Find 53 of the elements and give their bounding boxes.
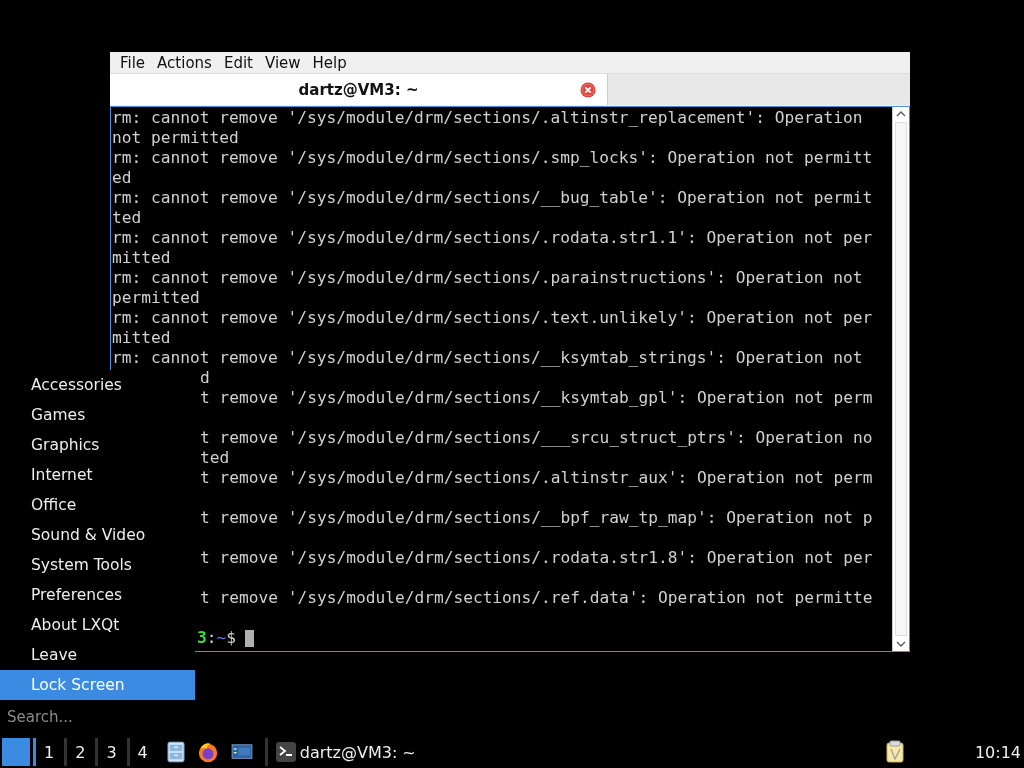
terminal-line: permitted <box>111 288 201 308</box>
menu-item[interactable]: Office <box>0 490 195 520</box>
terminal-line: ed <box>111 168 133 188</box>
start-button[interactable] <box>2 738 30 766</box>
clock[interactable]: 10:14 <box>974 742 1021 762</box>
search-field[interactable]: Search... <box>0 707 189 727</box>
menu-item[interactable]: Lock Screen <box>0 670 195 700</box>
menu-item[interactable]: System Tools <box>0 550 195 580</box>
terminal-line: rm: cannot remove '/sys/module/drm/sections/.parainstructions': Operation not <box>111 268 864 288</box>
terminal-line: rm: cannot remove '/sys/module/drm/sections/.altinstr_replacement': Operation <box>111 108 864 128</box>
shell-prompt: 3:~$ <box>197 628 236 647</box>
notepad-icon[interactable] <box>884 740 905 764</box>
menu-item[interactable]: View <box>258 53 307 72</box>
task-button[interactable]: dartz@VM3: ~ <box>271 738 420 766</box>
terminal-line: rm: cannot remove '/sys/module/drm/sections/.text.unlikely': Operation not per <box>111 308 874 328</box>
terminal-line: mitted <box>111 248 172 268</box>
menu-item[interactable]: Accessories <box>0 370 195 400</box>
menu-item[interactable]: Preferences <box>0 580 195 610</box>
menu-item[interactable]: Edit <box>217 53 259 72</box>
menu-item[interactable]: Graphics <box>0 430 195 460</box>
menu-item[interactable]: Actions <box>151 53 218 72</box>
desktop-switch[interactable]: 3 <box>95 738 124 766</box>
menu-item[interactable]: Leave <box>0 640 195 670</box>
close-icon[interactable] <box>580 82 596 98</box>
menu-item[interactable]: Help <box>306 53 353 72</box>
tab[interactable]: dartz@VM3: ~ <box>110 74 608 105</box>
desktop-switch[interactable]: 2 <box>64 738 93 766</box>
terminal-line: ted <box>111 208 143 228</box>
desktop-switch[interactable]: 4 <box>126 738 155 766</box>
menu-item[interactable]: About LXQt <box>0 610 195 640</box>
terminal-line: t remove '/sys/module/drm/sections/__bpf_raw_tp_map': Operation not p <box>199 508 874 528</box>
menu-item[interactable]: File <box>114 53 152 72</box>
terminal-line: t remove '/sys/module/drm/sections/__ksymtab_gpl': Operation not perm <box>199 388 874 408</box>
scroll-bar[interactable] <box>892 107 909 651</box>
terminal-line: rm: cannot remove '/sys/module/drm/sections/__ksymtab_strings': Operation not <box>111 348 864 368</box>
menu-item[interactable]: Internet <box>0 460 195 490</box>
terminal-line: t remove '/sys/module/drm/sections/.altinstr_aux': Operation not perm <box>199 468 874 488</box>
monitor-icon[interactable] <box>230 743 253 761</box>
terminal-line: not permitted <box>111 128 240 148</box>
terminal-line: mitted <box>111 328 172 348</box>
scroll-thumb[interactable] <box>895 122 907 636</box>
terminal-line: ted <box>199 448 231 468</box>
menu-item[interactable]: Sound & Video <box>0 520 195 550</box>
menu-item[interactable]: Games <box>0 400 195 430</box>
terminal-icon <box>275 742 296 762</box>
browser-icon[interactable] <box>196 741 219 763</box>
text-cursor <box>245 630 254 647</box>
terminal-line: rm: cannot remove '/sys/module/drm/sections/.smp_locks': Operation not permitt <box>111 148 874 168</box>
terminal-line: rm: cannot remove '/sys/module/drm/sections/.rodata.str1.1': Operation not per <box>111 228 874 248</box>
cabinet-icon[interactable] <box>166 741 185 763</box>
desktop-switch[interactable]: 1 <box>33 738 62 766</box>
terminal-line: t remove '/sys/module/drm/sections/___srcu_struct_ptrs': Operation no <box>199 428 874 448</box>
terminal-line: rm: cannot remove '/sys/module/drm/sections/__bug_table': Operation not permit <box>111 188 874 208</box>
